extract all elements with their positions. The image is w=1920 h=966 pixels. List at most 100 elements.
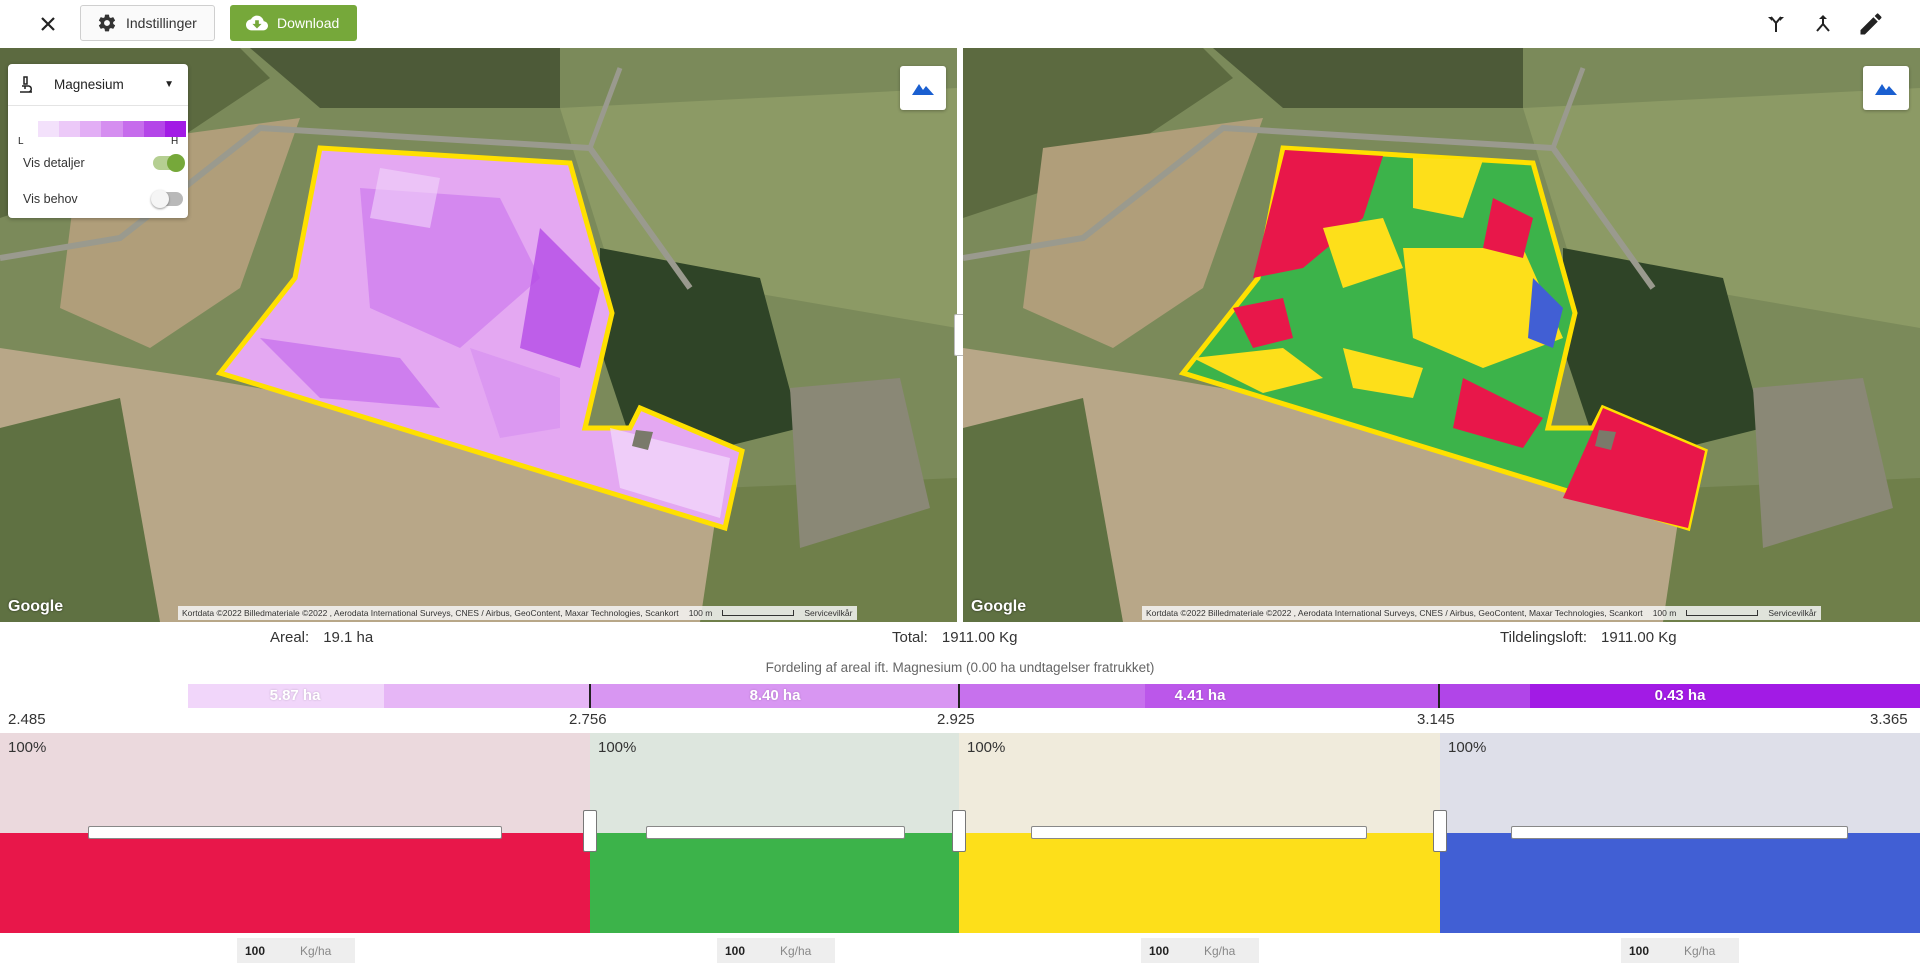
show-need-row: Vis behov	[23, 188, 185, 210]
chevron-down-icon: ▼	[164, 79, 174, 90]
settings-label: Indstillinger	[126, 15, 197, 31]
area-stat: Areal: 19.1 ha	[270, 629, 373, 646]
mountain-icon	[1875, 84, 1897, 95]
cap-stat: Tildelingsloft: 1911.00 Kg	[1500, 629, 1677, 646]
zone-boundary	[958, 684, 960, 708]
rate-value[interactable]: 100	[1149, 944, 1204, 958]
allocation-zone: 100%	[0, 733, 590, 933]
rate-input[interactable]: 100 Kg/ha	[1621, 938, 1739, 963]
show-details-toggle[interactable]	[153, 154, 185, 172]
rate-value[interactable]: 100	[1629, 944, 1684, 958]
map-zones[interactable]: Google Kortdata ©2022 Billedmateriale ©2…	[963, 48, 1920, 622]
zone-percent: 100%	[8, 739, 47, 756]
area-label: Areal:	[270, 629, 310, 646]
zone-rate-slider[interactable]	[1031, 826, 1367, 839]
legend-low-label: L	[18, 136, 24, 147]
zone-area-label: 5.87 ha	[269, 687, 321, 704]
zone-tint	[1440, 733, 1920, 833]
zone-rate-slider[interactable]	[1511, 826, 1848, 839]
total-label: Total:	[892, 629, 928, 646]
scale-bar	[1686, 610, 1759, 616]
distribution-title: Fordeling af areal ift. Magnesium (0.00 …	[765, 660, 1155, 675]
threshold-tick: 3.145	[1417, 711, 1455, 728]
toggle-knob	[151, 190, 169, 208]
zone-area-label: 0.43 ha	[1654, 687, 1706, 704]
layer-select[interactable]: Magnesium ▼	[8, 64, 188, 106]
download-label: Download	[277, 15, 340, 31]
total-value: 1911.00 Kg	[941, 629, 1018, 646]
area-value: 19.1 ha	[323, 629, 374, 646]
layer-select-label: Magnesium	[54, 77, 124, 92]
zone-fill	[1440, 833, 1920, 933]
rate-input[interactable]: 100 Kg/ha	[1141, 938, 1259, 963]
zone-rate-slider[interactable]	[88, 826, 502, 839]
legend-swatch	[101, 121, 123, 137]
legend-swatch	[38, 121, 60, 137]
terrain-button[interactable]	[1863, 66, 1909, 110]
layer-panel: Magnesium ▼ L H Vis detaljer Vis behov	[8, 64, 188, 218]
rate-input[interactable]: 100 Kg/ha	[237, 938, 355, 963]
zone-percent: 100%	[598, 739, 637, 756]
scale-bar	[722, 610, 795, 616]
gear-icon	[98, 14, 116, 32]
pencil-icon[interactable]	[1857, 10, 1885, 38]
legend-high-label: H	[171, 136, 179, 147]
dist-segment	[384, 684, 590, 708]
legend-swatch	[80, 121, 102, 137]
rate-value[interactable]: 100	[245, 944, 300, 958]
zone-boundary-handle[interactable]	[583, 810, 597, 852]
rate-value[interactable]: 100	[725, 944, 780, 958]
show-need-label: Vis behov	[23, 192, 78, 206]
map-attribution: Kortdata ©2022 Billedmateriale ©2022 , A…	[1142, 606, 1821, 620]
zone-fill	[0, 833, 590, 933]
zone-boundary-handle[interactable]	[952, 810, 966, 852]
zone-boundary	[589, 684, 591, 708]
rate-unit: Kg/ha	[300, 943, 332, 958]
terrain-button[interactable]	[900, 66, 946, 110]
allocation-zone: 100%	[1440, 733, 1920, 933]
download-button[interactable]: Download	[230, 5, 357, 41]
rate-input[interactable]: 100 Kg/ha	[717, 938, 835, 963]
legend-gradient	[38, 121, 186, 137]
cap-value: 1911.00 Kg	[1600, 629, 1677, 646]
zone-tint	[959, 733, 1440, 833]
total-stat: Total: 1911.00 Kg	[892, 629, 1017, 646]
zone-fill	[959, 833, 1440, 933]
dist-segment	[0, 684, 188, 708]
show-details-label: Vis detaljer	[23, 156, 85, 170]
distribution-bar: 5.87 ha 8.40 ha 4.41 ha 0.43 ha	[0, 684, 1920, 708]
google-logo: Google	[8, 598, 64, 615]
zone-boundary	[1438, 684, 1440, 708]
allocation-zone: 100%	[590, 733, 959, 933]
split-icon[interactable]	[1762, 10, 1790, 38]
map-attribution: Kortdata ©2022 Billedmateriale ©2022 , A…	[178, 606, 857, 620]
mountain-icon	[912, 84, 934, 95]
google-logo: Google	[971, 598, 1027, 615]
zone-area-label: 4.41 ha	[1174, 687, 1226, 704]
zone-rate-slider[interactable]	[646, 826, 905, 839]
legend-swatch	[143, 121, 165, 137]
show-need-toggle[interactable]	[151, 190, 183, 208]
terms-link[interactable]: Servicevilkår	[1768, 608, 1816, 618]
cap-label: Tildelingsloft:	[1500, 629, 1587, 646]
scale-label: 100 m	[688, 608, 713, 618]
microscope-icon	[20, 75, 32, 93]
close-icon[interactable]	[34, 10, 62, 38]
rate-unit: Kg/ha	[780, 943, 812, 958]
zone-boundary-handle[interactable]	[1433, 810, 1447, 852]
legend-swatch	[122, 121, 144, 137]
cloud-download-icon	[246, 15, 268, 31]
scale-label: 100 m	[1652, 608, 1677, 618]
rate-unit: Kg/ha	[1684, 943, 1716, 958]
merge-icon[interactable]	[1809, 10, 1837, 38]
threshold-tick: 3.365	[1870, 711, 1908, 728]
legend-swatch	[164, 121, 186, 137]
zone-tint	[0, 733, 590, 833]
terms-link[interactable]: Servicevilkår	[804, 608, 852, 618]
show-details-row: Vis detaljer	[23, 152, 185, 174]
zone-percent: 100%	[967, 739, 1006, 756]
threshold-tick: 2.485	[8, 711, 46, 728]
zone-fill	[590, 833, 959, 933]
top-toolbar: Indstillinger Download	[0, 0, 1920, 48]
settings-button[interactable]: Indstillinger	[80, 5, 215, 41]
